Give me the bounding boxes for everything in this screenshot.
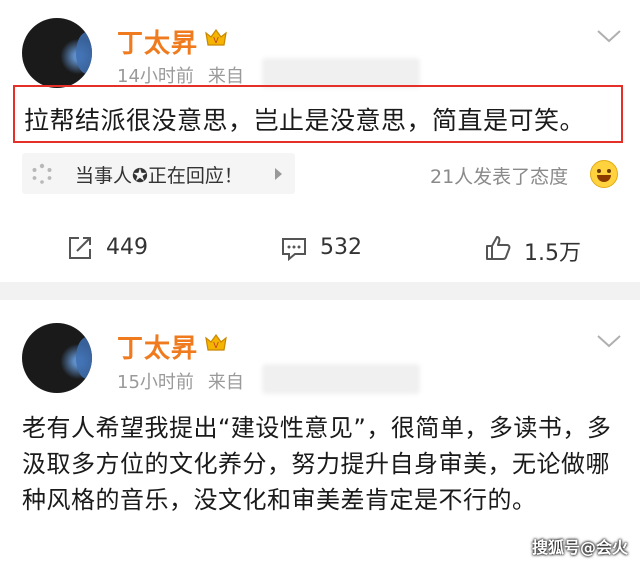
svg-text:V: V bbox=[213, 36, 219, 45]
loading-spinner-icon bbox=[32, 163, 52, 184]
arrow-right-icon bbox=[275, 168, 282, 180]
comment-count: 532 bbox=[320, 235, 362, 260]
chevron-down-icon[interactable] bbox=[596, 333, 622, 349]
reaction-count[interactable]: 21人发表了态度 bbox=[430, 162, 568, 189]
source-prefix: 来自 bbox=[207, 66, 244, 87]
watermark: 搜狐号@会火 bbox=[531, 538, 628, 557]
crown-badge-icon: V bbox=[204, 332, 228, 352]
redacted-source bbox=[262, 364, 420, 394]
post-text: 老有人希望我提出“建设性意见”，很简单，多读书，多汲取多方位的文化养分，努力提升… bbox=[22, 414, 612, 514]
redacted-source bbox=[262, 58, 420, 88]
respond-card[interactable]: 当事人✪正在回应！ bbox=[22, 153, 295, 194]
svg-text:V: V bbox=[213, 341, 219, 350]
crown-badge-icon: V bbox=[204, 27, 228, 47]
chevron-down-icon[interactable] bbox=[596, 28, 622, 44]
repost-button[interactable]: 449 bbox=[66, 232, 186, 266]
like-count: 1.5万 bbox=[524, 241, 581, 266]
like-button[interactable]: 1.5万 bbox=[484, 232, 614, 266]
author-name[interactable]: 丁太昇 bbox=[117, 23, 198, 60]
post-meta: 15小时前 来自 bbox=[117, 368, 244, 394]
respond-card-label: 当事人✪正在回应！ bbox=[75, 165, 243, 187]
post-time: 14小时前 bbox=[117, 66, 194, 87]
avatar[interactable] bbox=[22, 323, 92, 393]
comment-button[interactable]: 532 bbox=[280, 232, 400, 266]
post-separator bbox=[0, 282, 640, 300]
post-time: 15小时前 bbox=[117, 372, 194, 393]
laugh-emoji-icon[interactable] bbox=[590, 160, 618, 188]
weibo-post-1: 丁太昇 V 14小时前 来自 拉帮结派很没意思，岂止是没意思，简直是可笑。 当事人… bbox=[0, 0, 640, 282]
comment-icon bbox=[282, 238, 306, 262]
like-icon bbox=[486, 236, 511, 260]
source-prefix: 来自 bbox=[207, 372, 244, 393]
avatar[interactable] bbox=[22, 18, 92, 88]
post-text: 拉帮结派很没意思，岂止是没意思，简直是可笑。 bbox=[24, 106, 586, 135]
repost-icon bbox=[69, 237, 91, 259]
author-name[interactable]: 丁太昇 bbox=[117, 328, 198, 365]
repost-count: 449 bbox=[106, 235, 148, 260]
